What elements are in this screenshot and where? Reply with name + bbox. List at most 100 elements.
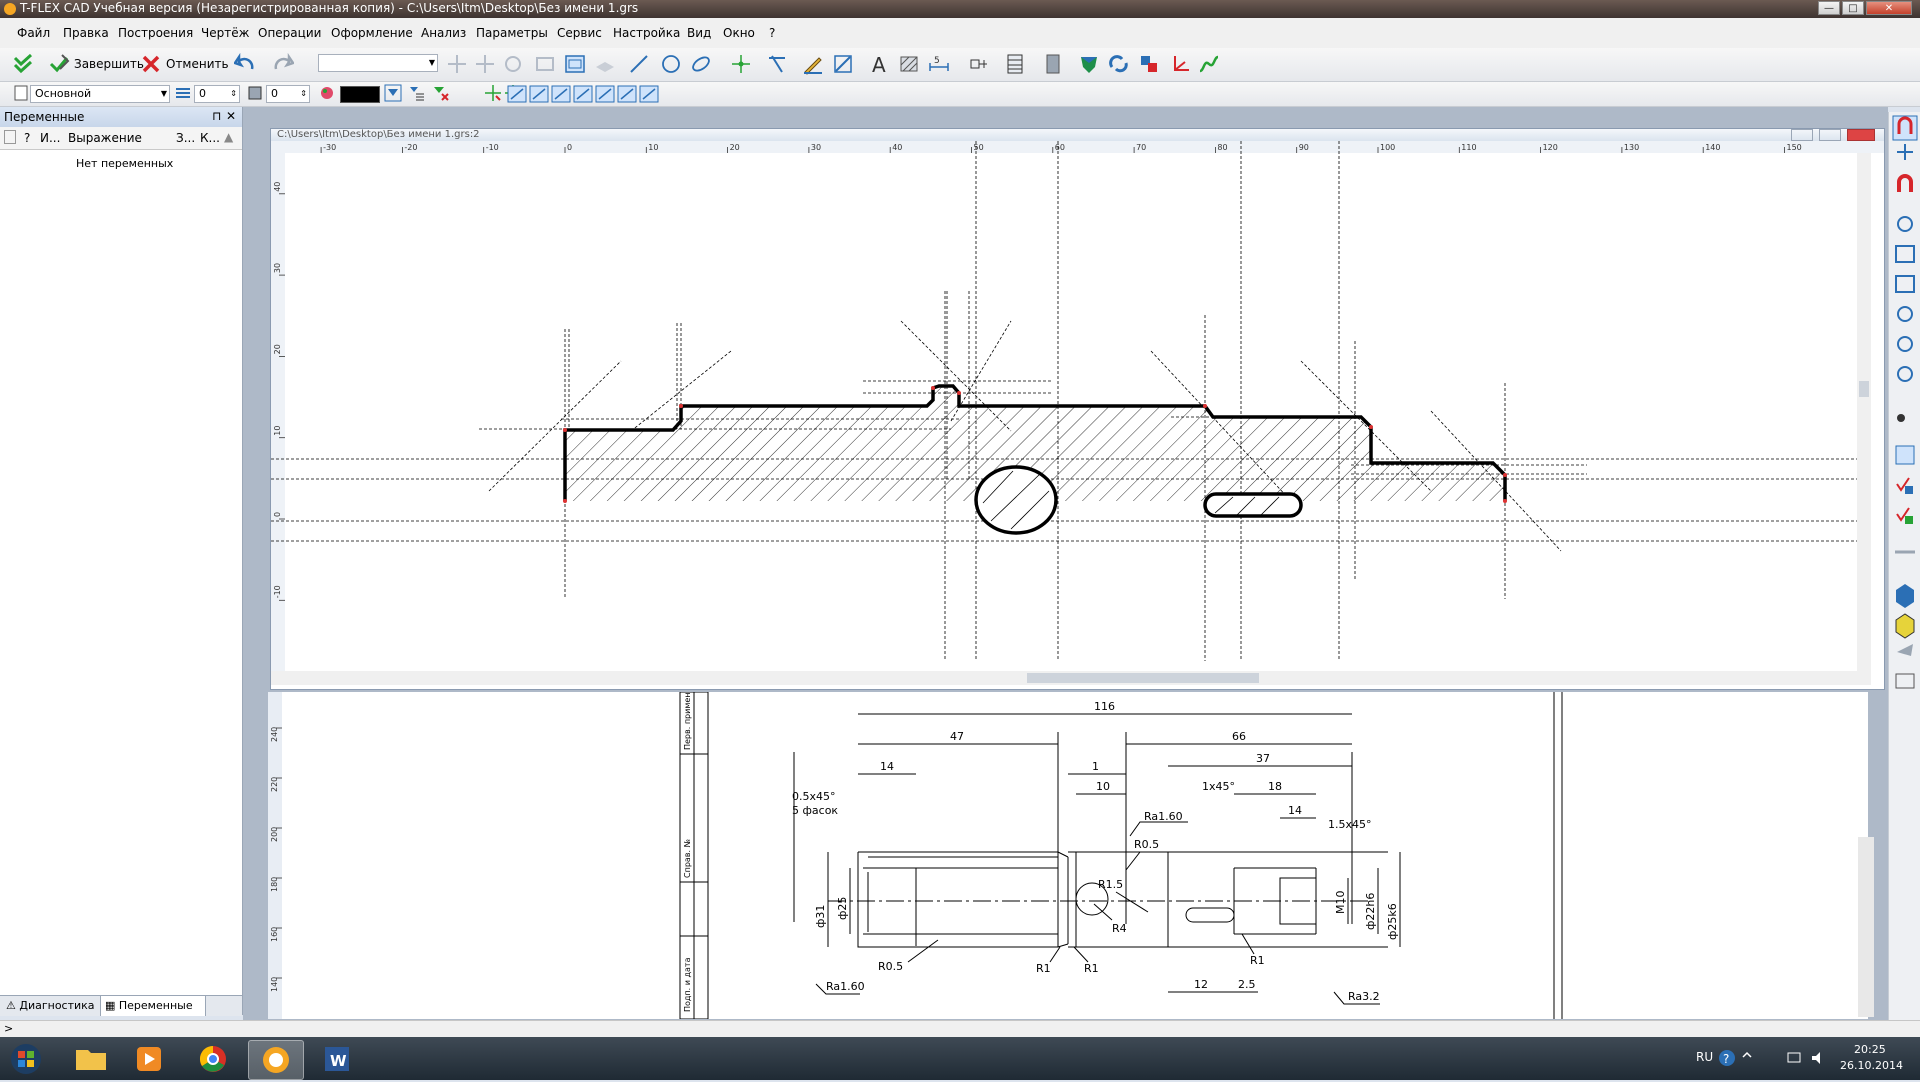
command-combo[interactable]: ▼ bbox=[318, 54, 438, 72]
v-scroll-thumb[interactable] bbox=[1859, 381, 1869, 397]
menu-parameters[interactable]: Параметры bbox=[476, 26, 548, 40]
tab-diagnostics[interactable]: ⚠ Диагностика bbox=[6, 999, 95, 1012]
shield-icon[interactable] bbox=[1078, 53, 1100, 75]
finish-button[interactable]: Завершить bbox=[74, 57, 144, 71]
priority-spinner[interactable]: 0 ⇕ bbox=[266, 85, 310, 103]
mirror-icon[interactable] bbox=[534, 53, 556, 75]
column-hint-icon[interactable]: ? bbox=[24, 131, 30, 145]
color-swatch[interactable] bbox=[340, 86, 380, 103]
zoom-window-icon[interactable] bbox=[1895, 245, 1915, 263]
link-icon[interactable] bbox=[1108, 53, 1130, 75]
zoom-icon[interactable] bbox=[1897, 216, 1913, 232]
taskbar-chrome[interactable] bbox=[186, 1040, 240, 1078]
node-point[interactable] bbox=[679, 404, 683, 408]
h-scroll-thumb[interactable] bbox=[1027, 673, 1259, 683]
clock-time[interactable]: 20:25 bbox=[1854, 1043, 1886, 1056]
column-name[interactable]: И... bbox=[40, 131, 60, 145]
flag-icon[interactable] bbox=[4, 130, 16, 144]
double-check-icon[interactable] bbox=[12, 53, 34, 75]
menu-service[interactable]: Сервис bbox=[557, 26, 602, 40]
node-icon[interactable] bbox=[730, 53, 752, 75]
cube-blue-icon[interactable] bbox=[1896, 584, 1914, 608]
drawing-canvas[interactable]: -30 -20 -10 0 10 20 30 40 50 60 70 80 90 100 110 120 130… bbox=[271, 141, 1884, 689]
eraser-icon[interactable] bbox=[1897, 644, 1913, 656]
dw-close-button[interactable] bbox=[1847, 129, 1875, 141]
layer-combo[interactable]: Основной ▼ bbox=[30, 85, 170, 103]
tray-expand-icon[interactable] bbox=[1740, 1049, 1754, 1067]
window-icon[interactable] bbox=[1895, 673, 1915, 689]
circle-icon[interactable] bbox=[660, 53, 682, 75]
cancel-icon[interactable] bbox=[140, 53, 162, 75]
redo-icon[interactable] bbox=[272, 53, 294, 75]
filter-list-icon[interactable] bbox=[408, 84, 426, 102]
line-icon[interactable] bbox=[628, 53, 650, 75]
node-point[interactable] bbox=[563, 428, 567, 432]
menu-edit[interactable]: Правка bbox=[63, 26, 109, 40]
view-fit-icon[interactable] bbox=[564, 53, 586, 75]
cancel-button[interactable]: Отменить bbox=[166, 57, 229, 71]
rotate-icon[interactable] bbox=[502, 53, 524, 75]
snap-icon[interactable] bbox=[1897, 144, 1913, 160]
layers-icon[interactable] bbox=[594, 53, 616, 75]
zoom-in-icon[interactable] bbox=[1897, 306, 1913, 322]
close-button[interactable]: ✕ bbox=[1866, 1, 1912, 15]
help-icon[interactable]: ? bbox=[1718, 1049, 1736, 1067]
display-icon[interactable] bbox=[1897, 414, 1905, 422]
menu-file[interactable]: Файл bbox=[17, 26, 50, 40]
filter-clear-icon[interactable] bbox=[432, 84, 450, 102]
pages-icon[interactable] bbox=[1895, 445, 1915, 465]
taskbar-media[interactable] bbox=[122, 1040, 176, 1078]
clock-date[interactable]: 26.10.2014 bbox=[1840, 1059, 1903, 1072]
dw-maximize-button[interactable] bbox=[1819, 129, 1841, 141]
column-comment[interactable]: К... bbox=[200, 131, 220, 145]
minimize-button[interactable]: — bbox=[1818, 1, 1840, 15]
level-spinner[interactable]: 0 ⇕ bbox=[194, 85, 240, 103]
axes-icon[interactable] bbox=[1170, 53, 1192, 75]
sketch-icon[interactable] bbox=[832, 53, 854, 75]
fragment-icon[interactable] bbox=[968, 53, 990, 75]
menu-operations[interactable]: Операции bbox=[258, 26, 321, 40]
zoom-prev-icon[interactable] bbox=[1897, 366, 1913, 382]
start-button[interactable] bbox=[10, 1043, 42, 1075]
hole-contour[interactable] bbox=[974, 465, 1058, 535]
filter-icon[interactable] bbox=[384, 84, 402, 102]
node-point[interactable] bbox=[1203, 404, 1207, 408]
dw-minimize-button[interactable] bbox=[1791, 129, 1813, 141]
taskbar-tflex[interactable] bbox=[248, 1040, 304, 1080]
trim-icon[interactable] bbox=[766, 53, 788, 75]
menu-view[interactable]: Вид bbox=[687, 26, 711, 40]
maximize-button[interactable]: □ bbox=[1842, 1, 1864, 15]
menu-window[interactable]: Окно bbox=[723, 26, 755, 40]
v-scrollbar[interactable] bbox=[1857, 153, 1871, 671]
table-icon[interactable] bbox=[1004, 53, 1026, 75]
pin-icon[interactable]: ⊓ bbox=[212, 109, 221, 123]
menu-analysis[interactable]: Анализ bbox=[421, 26, 466, 40]
column-expression[interactable]: Выражение bbox=[68, 131, 142, 145]
spline-icon[interactable] bbox=[1198, 53, 1220, 75]
snap-node-icon[interactable] bbox=[484, 84, 502, 102]
pencil-icon[interactable] bbox=[802, 53, 824, 75]
move-icon[interactable] bbox=[446, 53, 468, 75]
zoom-extents-icon[interactable] bbox=[1895, 275, 1915, 293]
tab-variables[interactable]: ▦ Переменные bbox=[100, 996, 206, 1016]
calculator-icon[interactable] bbox=[1042, 53, 1064, 75]
zoom-out-icon[interactable] bbox=[1897, 336, 1913, 352]
finish-icon[interactable] bbox=[48, 53, 70, 75]
magnet-icon[interactable] bbox=[1892, 115, 1918, 141]
node-point[interactable] bbox=[1503, 499, 1507, 503]
node-point[interactable] bbox=[563, 499, 567, 503]
language-indicator[interactable]: RU bbox=[1696, 1050, 1713, 1064]
menu-construction[interactable]: Построения bbox=[118, 26, 193, 40]
column-value[interactable]: З... bbox=[176, 131, 195, 145]
menu-formatting[interactable]: Оформление bbox=[331, 26, 413, 40]
node-point[interactable] bbox=[931, 386, 935, 390]
magnet-off-icon[interactable] bbox=[1897, 174, 1913, 192]
menu-drawing[interactable]: Чертёж bbox=[201, 26, 249, 40]
warning-icon[interactable]: ▲ bbox=[224, 130, 233, 144]
menu-help[interactable]: ? bbox=[769, 26, 775, 40]
taskbar-word[interactable]: W bbox=[310, 1040, 364, 1078]
node-point[interactable] bbox=[1503, 473, 1507, 477]
sheet-view[interactable]: 240220200180160140120 Перв. примен. Спра… bbox=[268, 690, 1868, 1042]
volume-icon[interactable] bbox=[1810, 1049, 1828, 1067]
slot-contour[interactable] bbox=[1203, 492, 1303, 518]
